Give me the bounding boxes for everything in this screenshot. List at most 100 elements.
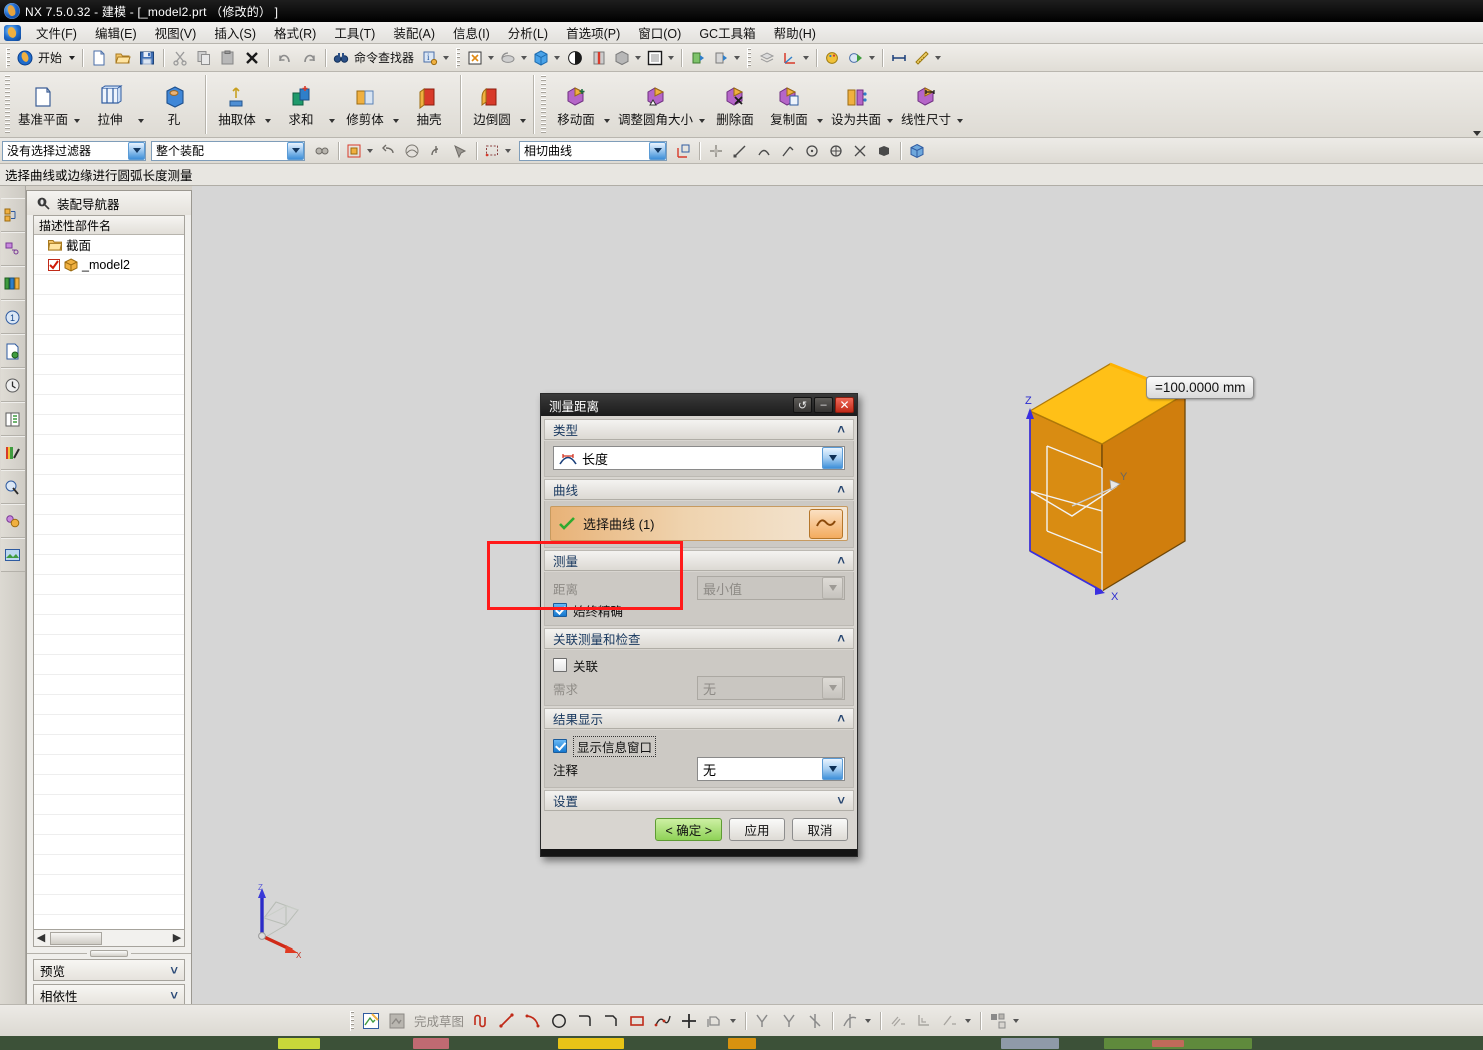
chevron-up-icon[interactable]: ˄ bbox=[837, 712, 845, 725]
menu-item-information[interactable]: 信息(I) bbox=[444, 20, 499, 45]
render-style-button[interactable] bbox=[611, 46, 644, 70]
taskbar-item[interactable] bbox=[558, 1038, 624, 1049]
layer-settings-button[interactable] bbox=[755, 46, 779, 70]
circle-button[interactable] bbox=[546, 1008, 572, 1034]
open-file-button[interactable] bbox=[111, 46, 135, 70]
make-corner-button[interactable] bbox=[802, 1008, 828, 1034]
start-menu-button[interactable]: 开始 bbox=[14, 46, 78, 70]
associative-checkbox[interactable] bbox=[553, 658, 567, 672]
section-header-measure[interactable]: 测量 ˄ bbox=[544, 550, 854, 571]
always-accurate-row[interactable]: 始终精确 bbox=[553, 600, 845, 620]
paste-button[interactable] bbox=[216, 46, 240, 70]
selection-scope-combo[interactable]: 整个装配 bbox=[151, 140, 305, 161]
linear-dimension-dropdown[interactable] bbox=[957, 119, 964, 123]
chevron-down-icon[interactable] bbox=[367, 148, 373, 153]
taskbar-item[interactable] bbox=[278, 1038, 320, 1049]
resource-html-help[interactable] bbox=[0, 334, 25, 368]
cut-button[interactable] bbox=[168, 46, 192, 70]
requirement-combo[interactable]: 无 bbox=[697, 676, 845, 700]
trim-body-dropdown[interactable] bbox=[393, 119, 400, 123]
rotate-view-button[interactable] bbox=[497, 46, 530, 70]
visualization-button[interactable] bbox=[845, 46, 878, 70]
apply-button[interactable]: 应用 bbox=[729, 818, 785, 841]
background-color-button[interactable] bbox=[644, 46, 677, 70]
resource-web-browser[interactable] bbox=[0, 470, 25, 504]
delete-button[interactable] bbox=[240, 46, 264, 70]
geometric-constraint-button[interactable] bbox=[885, 1008, 911, 1034]
mirror-curve-button[interactable] bbox=[837, 1008, 863, 1034]
find-object-button[interactable] bbox=[310, 139, 334, 163]
measure-distance-button[interactable] bbox=[887, 46, 911, 70]
scrollbar-thumb[interactable] bbox=[50, 931, 102, 945]
section-header-associative[interactable]: 关联测量和检查 ˄ bbox=[544, 628, 854, 649]
offset-curve-button[interactable] bbox=[702, 1008, 728, 1034]
dependencies-panel-header[interactable]: 相依性 ˅ bbox=[33, 984, 185, 1006]
extrude-dropdown[interactable] bbox=[138, 119, 145, 123]
selection-priority-button[interactable] bbox=[343, 139, 376, 163]
make-coplanar-dropdown[interactable] bbox=[887, 119, 894, 123]
chevron-down-icon[interactable] bbox=[822, 677, 843, 699]
solid-body-button[interactable] bbox=[905, 139, 929, 163]
section-header-type[interactable]: 类型 ˄ bbox=[544, 419, 854, 440]
edge-blend-button[interactable]: 边倒圆 bbox=[465, 80, 519, 130]
select-feature-button[interactable] bbox=[448, 139, 472, 163]
toolbar-grip[interactable] bbox=[6, 47, 10, 68]
tree-row-checkbox[interactable] bbox=[48, 258, 60, 271]
highlight-shaded-button[interactable] bbox=[400, 139, 424, 163]
chevron-down-icon[interactable]: ˅ bbox=[170, 989, 178, 1002]
extract-body-button[interactable]: 抽取体 bbox=[210, 80, 264, 130]
chevron-down-icon[interactable] bbox=[822, 447, 843, 469]
ribbon-grip[interactable] bbox=[5, 75, 10, 134]
chevron-down-icon[interactable] bbox=[965, 1018, 972, 1023]
measure-angle-button[interactable] bbox=[911, 46, 944, 70]
info-button[interactable]: i bbox=[419, 46, 452, 70]
splitter-knob[interactable] bbox=[90, 949, 128, 957]
hole-button[interactable]: 孔 bbox=[147, 80, 201, 130]
tree-row-sections[interactable]: 截面 bbox=[34, 235, 184, 255]
panel-splitter[interactable] bbox=[27, 947, 191, 959]
menu-item-format[interactable]: 格式(R) bbox=[265, 20, 325, 45]
associative-row[interactable]: 关联 bbox=[553, 654, 845, 676]
measure-type-combo[interactable]: 长度 bbox=[553, 446, 845, 470]
chevron-down-icon[interactable]: ˅ bbox=[170, 964, 178, 977]
resize-blend-button[interactable]: 调整圆角大小 bbox=[613, 80, 698, 130]
quadrant-snap-button[interactable] bbox=[824, 139, 848, 163]
studio-spline-button[interactable] bbox=[650, 1008, 676, 1034]
taskbar-item[interactable] bbox=[728, 1038, 756, 1049]
control-point-snap-button[interactable] bbox=[776, 139, 800, 163]
snap-all-button[interactable] bbox=[704, 139, 728, 163]
tree-row-model2[interactable]: _model2 bbox=[34, 255, 184, 275]
arc-button[interactable] bbox=[520, 1008, 546, 1034]
sketch-in-task-button[interactable] bbox=[358, 1008, 384, 1034]
menu-item-gc-toolbox[interactable]: GC工具箱 bbox=[690, 20, 764, 45]
trim-body-button[interactable]: 修剪体 bbox=[338, 80, 392, 130]
copy-button[interactable] bbox=[192, 46, 216, 70]
chevron-down-icon[interactable] bbox=[128, 141, 145, 160]
section-header-result-display[interactable]: 结果显示 ˄ bbox=[544, 708, 854, 729]
midpoint-snap-button[interactable] bbox=[752, 139, 776, 163]
scroll-left-icon[interactable]: ◀ bbox=[34, 931, 48, 945]
rectangle-select-button[interactable] bbox=[481, 139, 514, 163]
alternate-solution-button[interactable] bbox=[911, 1008, 937, 1034]
redo-button[interactable] bbox=[297, 46, 321, 70]
wcs-button[interactable] bbox=[779, 46, 812, 70]
shaded-style-button[interactable] bbox=[563, 46, 587, 70]
menu-item-analysis[interactable]: 分析(L) bbox=[499, 20, 557, 45]
extrude-button[interactable]: 拉伸 bbox=[83, 80, 137, 130]
move-face-dropdown[interactable] bbox=[604, 119, 611, 123]
material-button[interactable] bbox=[821, 46, 845, 70]
resource-assembly-navigator[interactable] bbox=[0, 198, 25, 232]
section-header-curve[interactable]: 曲线 ˄ bbox=[544, 479, 854, 500]
resource-image-preview[interactable] bbox=[0, 538, 25, 572]
chevron-down-icon[interactable] bbox=[822, 577, 843, 599]
chevron-down-icon[interactable] bbox=[287, 141, 304, 160]
chevron-down-icon[interactable] bbox=[1013, 1018, 1020, 1023]
dialog-reset-button[interactable]: ↺ bbox=[793, 397, 812, 413]
chevron-up-icon[interactable]: ˄ bbox=[837, 423, 845, 436]
tree-column-header[interactable]: 描述性部件名 bbox=[34, 216, 184, 235]
resource-integrated-gc[interactable] bbox=[0, 504, 25, 538]
dialog-close-button[interactable]: ✕ bbox=[835, 397, 854, 413]
resource-history[interactable] bbox=[0, 368, 25, 402]
menu-item-file[interactable]: 文件(F) bbox=[27, 20, 86, 45]
quick-trim-button[interactable] bbox=[750, 1008, 776, 1034]
